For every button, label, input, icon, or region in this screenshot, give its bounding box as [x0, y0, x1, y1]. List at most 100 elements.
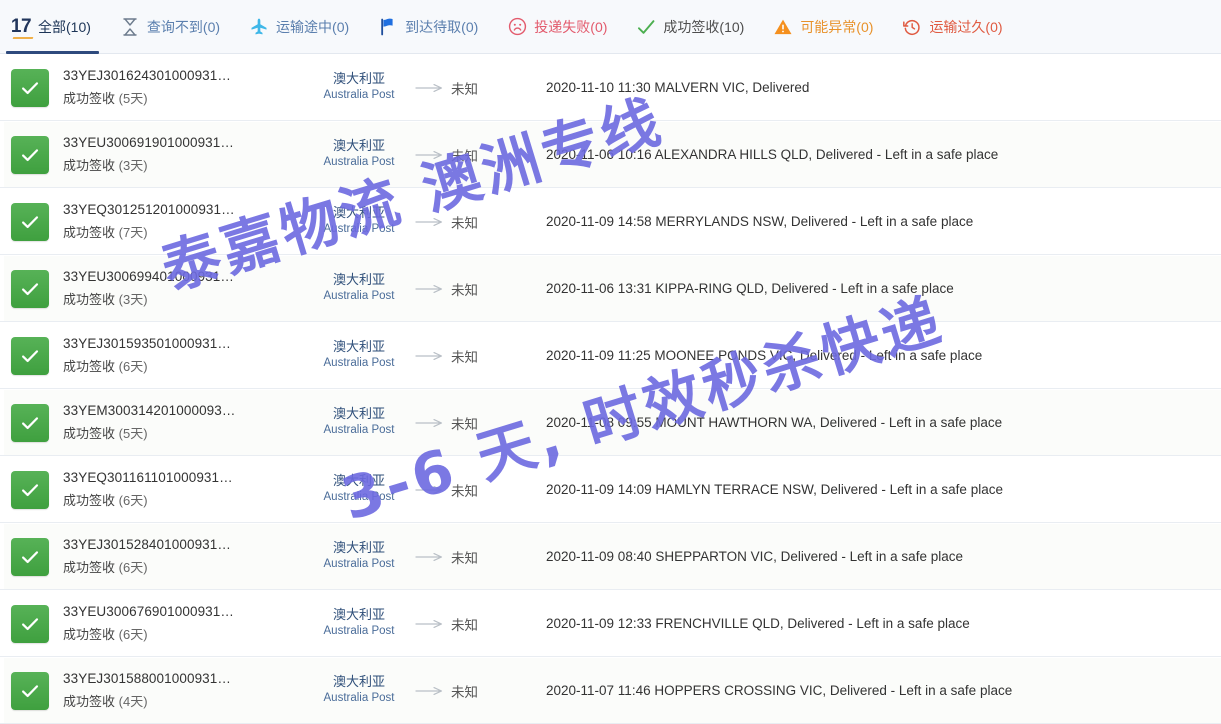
arrow-right-icon: [413, 351, 447, 361]
tracking-cell: 33YEU300691901000931… 成功签收 (3天): [63, 135, 291, 174]
tracking-number[interactable]: 33YEU300691901000931…: [63, 135, 291, 150]
tracking-number[interactable]: 33YEQ301161101000931…: [63, 470, 291, 485]
delivered-checkbox[interactable]: [11, 135, 49, 174]
tab-in-transit[interactable]: 运输途中(0): [234, 0, 363, 54]
route-cell: 澳大利亚 Australia Post 未知: [309, 339, 478, 370]
table-row[interactable]: 33YEM300314201000093… 成功签收 (5天) 澳大利亚 Austra…: [0, 389, 1221, 456]
status-label: 成功签收: [63, 426, 116, 441]
delivered-checkbox[interactable]: [11, 604, 49, 643]
tab-awaiting-pickup[interactable]: 到达待取(0): [363, 0, 492, 54]
carrier-country: 澳大利亚: [332, 540, 385, 556]
tab-not-found-label: 查询不到(0): [146, 18, 221, 35]
status-text: 成功签收 (6天): [63, 490, 291, 509]
tracking-cell: 33YEJ301528401000931… 成功签收 (6天): [63, 537, 291, 576]
status-label: 成功签收: [63, 493, 116, 508]
table-row[interactable]: 33YEJ301588001000931… 成功签收 (4天) 澳大利亚 Austra…: [0, 657, 1221, 724]
latest-event: 2020-11-09 12:33 FRENCHVILLE QLD, Delive…: [546, 616, 970, 631]
destination-label: 未知: [451, 483, 478, 499]
status-label: 成功签收: [63, 91, 116, 106]
tracking-number[interactable]: 33YEJ301588001000931…: [63, 671, 291, 686]
status-text: 成功签收 (6天): [63, 624, 291, 643]
origin-carrier: 澳大利亚 Australia Post: [309, 406, 409, 437]
carrier-country: 澳大利亚: [332, 339, 385, 355]
status-text: 成功签收 (6天): [63, 356, 291, 375]
tracking-number[interactable]: 33YEJ301593501000931…: [63, 336, 291, 351]
table-row[interactable]: 33YEQ301251201000931… 成功签收 (7天) 澳大利亚 Austra…: [0, 188, 1221, 255]
carrier-country: 澳大利亚: [332, 272, 385, 288]
latest-event: 2020-11-09 08:40 SHEPPARTON VIC, Deliver…: [546, 549, 963, 564]
tab-not-found[interactable]: 查询不到(0): [105, 0, 234, 54]
status-label: 成功签收: [63, 225, 116, 240]
status-days: (6天): [118, 560, 148, 575]
origin-carrier: 澳大利亚 Australia Post: [309, 205, 409, 236]
tracking-number[interactable]: 33YEQ301251201000931…: [63, 202, 291, 217]
tracking-number[interactable]: 33YEU300699401000931…: [63, 269, 291, 284]
carrier-country: 澳大利亚: [332, 205, 385, 221]
delivered-checkbox[interactable]: [11, 202, 49, 241]
latest-event: 2020-11-10 11:30 MALVERN VIC, Delivered: [546, 80, 810, 95]
tracking-number[interactable]: 33YEJ301624301000931…: [63, 68, 291, 83]
delivered-checkbox[interactable]: [11, 470, 49, 509]
delivered-checkbox[interactable]: [11, 336, 49, 375]
route-cell: 澳大利亚 Australia Post 未知: [309, 406, 478, 437]
route-cell: 澳大利亚 Australia Post 未知: [309, 607, 478, 638]
status-days: (4天): [118, 694, 148, 709]
route-cell: 澳大利亚 Australia Post 未知: [309, 473, 478, 504]
clock-back-icon: [901, 16, 923, 38]
route-cell: 澳大利亚 Australia Post 未知: [309, 272, 478, 303]
route-cell: 澳大利亚 Australia Post 未知: [309, 71, 478, 102]
table-row[interactable]: 33YEU300676901000931… 成功签收 (6天) 澳大利亚 Austra…: [0, 590, 1221, 657]
arrow-right-icon: [413, 217, 447, 227]
table-row[interactable]: 33YEU300699401000931… 成功签收 (3天) 澳大利亚 Austra…: [0, 255, 1221, 322]
table-row[interactable]: 33YEJ301593501000931… 成功签收 (6天) 澳大利亚 Austra…: [0, 322, 1221, 389]
carrier-name: Australia Post: [323, 223, 395, 236]
origin-carrier: 澳大利亚 Australia Post: [309, 71, 409, 102]
origin-carrier: 澳大利亚 Australia Post: [309, 138, 409, 169]
tracking-cell: 33YEM300314201000093… 成功签收 (5天): [63, 403, 291, 442]
tab-delivered[interactable]: 成功签收(10): [621, 0, 758, 54]
origin-carrier: 澳大利亚 Australia Post: [309, 339, 409, 370]
tab-possible-exception[interactable]: 可能异常(0): [758, 0, 887, 54]
table-row[interactable]: 33YEJ301624301000931… 成功签收 (5天) 澳大利亚 Austra…: [0, 54, 1221, 121]
destination-label: 未知: [451, 349, 478, 365]
tracking-cell: 33YEJ301593501000931… 成功签收 (6天): [63, 336, 291, 375]
origin-carrier: 澳大利亚 Australia Post: [309, 473, 409, 504]
carrier-country: 澳大利亚: [332, 607, 385, 623]
tracking-cell: 33YEQ301161101000931… 成功签收 (6天): [63, 470, 291, 509]
status-days: (6天): [118, 359, 148, 374]
table-row[interactable]: 33YEU300691901000931… 成功签收 (3天) 澳大利亚 Austra…: [0, 121, 1221, 188]
tab-possible-exception-label: 可能异常(0): [800, 18, 874, 35]
tab-all-label: 全部(10): [38, 18, 91, 35]
tab-all[interactable]: 17 全部(10): [0, 0, 105, 54]
status-text: 成功签收 (3天): [63, 289, 291, 308]
origin-carrier: 澳大利亚 Australia Post: [309, 607, 409, 638]
tab-transit-too-long[interactable]: 运输过久(0): [887, 0, 1016, 54]
destination-label: 未知: [451, 684, 478, 700]
shipment-list: 33YEJ301624301000931… 成功签收 (5天) 澳大利亚 Austra…: [0, 54, 1221, 724]
route-cell: 澳大利亚 Australia Post 未知: [309, 138, 478, 169]
airplane-icon: [248, 16, 270, 38]
status-days: (5天): [118, 91, 148, 106]
delivered-checkbox[interactable]: [11, 671, 49, 710]
carrier-name: Australia Post: [323, 558, 395, 571]
status-text: 成功签收 (5天): [63, 88, 291, 107]
tracking-number[interactable]: 33YEJ301528401000931…: [63, 537, 291, 552]
delivered-checkbox[interactable]: [11, 537, 49, 576]
status-days: (5天): [118, 426, 148, 441]
table-row[interactable]: 33YEQ301161101000931… 成功签收 (6天) 澳大利亚 Austra…: [0, 456, 1221, 523]
hourglass-icon: [119, 16, 141, 38]
tracking-number[interactable]: 33YEM300314201000093…: [63, 403, 291, 418]
arrow-right-icon: [413, 686, 447, 696]
delivered-checkbox[interactable]: [11, 269, 49, 308]
tab-delivery-failed[interactable]: 投递失败(0): [492, 0, 621, 54]
delivered-checkbox[interactable]: [11, 68, 49, 107]
carrier-country: 澳大利亚: [332, 406, 385, 422]
tracking-number[interactable]: 33YEU300676901000931…: [63, 604, 291, 619]
sad-face-icon: [506, 16, 528, 38]
tracking-cell: 33YEU300699401000931… 成功签收 (3天): [63, 269, 291, 308]
status-days: (7天): [118, 225, 148, 240]
tab-in-transit-label: 运输途中(0): [276, 18, 350, 35]
carrier-name: Australia Post: [323, 89, 395, 102]
delivered-checkbox[interactable]: [11, 403, 49, 442]
table-row[interactable]: 33YEJ301528401000931… 成功签收 (6天) 澳大利亚 Austra…: [0, 523, 1221, 590]
